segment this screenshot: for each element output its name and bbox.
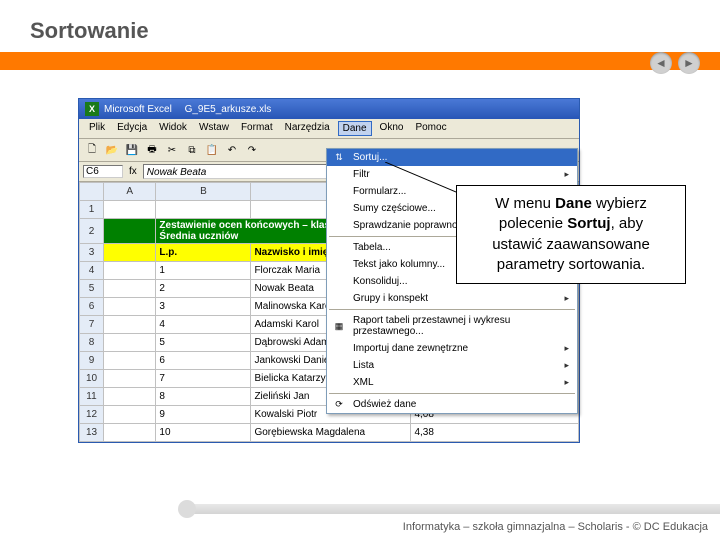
sort-icon: ⇅ (331, 151, 347, 165)
tabela-label: Tabela... (353, 242, 391, 253)
row-num[interactable]: 5 (80, 280, 104, 298)
row-num[interactable]: 4 (80, 262, 104, 280)
tekst-label: Tekst jako kolumny... (353, 259, 445, 270)
redo-icon[interactable]: ↷ (243, 141, 261, 159)
row-1[interactable]: 1 (80, 201, 104, 219)
slide-header: Sortowanie (0, 0, 720, 52)
cell-lp[interactable]: 1 (156, 262, 251, 280)
row-3[interactable]: 3 (80, 244, 104, 262)
menu-narzedzia[interactable]: Narzędzia (281, 121, 334, 136)
prev-arrow-icon[interactable]: ◄ (650, 52, 672, 74)
instruction-callout: W menu Dane wybierz polecenie Sortuj, ab… (456, 185, 686, 284)
copy-icon[interactable]: ⧉ (183, 141, 201, 159)
importuj-label: Importuj dane zewnętrzne (353, 343, 468, 354)
lista-label: Lista (353, 360, 374, 371)
cell-lp[interactable]: 9 (156, 406, 251, 424)
menu-format[interactable]: Format (237, 121, 277, 136)
page-title: Sortowanie (30, 18, 720, 44)
cut-icon[interactable]: ✂ (163, 141, 181, 159)
row-num[interactable]: 9 (80, 352, 104, 370)
odswiez-label: Odśwież dane (353, 399, 416, 410)
menu-item-raport[interactable]: ▦ Raport tabeli przestawnej i wykresu prz… (327, 312, 577, 340)
cell-name[interactable]: Gorębiewska Magdalena (251, 424, 411, 442)
cell-avg[interactable]: 4,38 (411, 424, 579, 442)
open-icon[interactable]: 📂 (103, 141, 121, 159)
cell-lp[interactable]: 6 (156, 352, 251, 370)
menu-plik[interactable]: Plik (85, 121, 109, 136)
sheet-title-2: Średnia uczniów (159, 231, 238, 242)
sheet-title-1: Zestawienie ocen końcowych – klasa 1 (159, 220, 344, 231)
nav-arrows: ◄ ► (650, 52, 700, 74)
print-icon[interactable]: 🖶 (143, 141, 161, 159)
file-name: G_9E5_arkusze.xls (185, 104, 272, 115)
menu-okno[interactable]: Okno (376, 121, 408, 136)
footer-dot-icon (178, 500, 196, 518)
table-row: 13 10Gorębiewska Magdalena4,38 (80, 424, 579, 442)
app-name: Microsoft Excel (104, 104, 172, 115)
row-num[interactable]: 8 (80, 334, 104, 352)
cell-lp[interactable]: 3 (156, 298, 251, 316)
undo-icon[interactable]: ↶ (223, 141, 241, 159)
row-num[interactable]: 13 (80, 424, 104, 442)
row-num[interactable]: 6 (80, 298, 104, 316)
row-num[interactable]: 11 (80, 388, 104, 406)
footer-bar (180, 504, 720, 514)
konsoliduj-label: Konsoliduj... (353, 276, 407, 287)
corner-cell[interactable] (80, 183, 104, 201)
paste-icon[interactable]: 📋 (203, 141, 221, 159)
excel-icon: X (85, 102, 99, 116)
cell-lp[interactable]: 4 (156, 316, 251, 334)
filtr-label: Filtr (353, 169, 370, 180)
row-num[interactable]: 7 (80, 316, 104, 334)
sumy-label: Sumy częściowe... (353, 203, 436, 214)
excel-menubar: Plik Edycja Widok Wstaw Format Narzędzia… (79, 119, 579, 139)
cell-lp[interactable]: 7 (156, 370, 251, 388)
menu-pomoc[interactable]: Pomoc (411, 121, 450, 136)
cell-lp[interactable]: 8 (156, 388, 251, 406)
save-icon[interactable]: 💾 (123, 141, 141, 159)
next-arrow-icon[interactable]: ► (678, 52, 700, 74)
row-2[interactable]: 2 (80, 219, 104, 244)
menu-item-grupy[interactable]: Grupy i konspekt (327, 290, 577, 307)
raport-label: Raport tabeli przestawnej i wykresu prze… (353, 315, 569, 337)
separator (329, 393, 575, 394)
cell-lp[interactable]: 5 (156, 334, 251, 352)
menu-item-importuj[interactable]: Importuj dane zewnętrzne (327, 340, 577, 357)
menu-wstaw[interactable]: Wstaw (195, 121, 233, 136)
new-icon[interactable]: 🗋 (83, 141, 101, 159)
grupy-label: Grupy i konspekt (353, 293, 428, 304)
col-a[interactable]: A (104, 183, 156, 201)
sortuj-label: Sortuj... (353, 152, 387, 163)
cell-lp[interactable]: 2 (156, 280, 251, 298)
footer-text: Informatyka – szkoła gimnazjalna – Schol… (403, 521, 708, 533)
separator (329, 309, 575, 310)
refresh-icon: ⟳ (331, 398, 347, 412)
orange-divider (0, 52, 720, 70)
menu-widok[interactable]: Widok (155, 121, 191, 136)
menu-edycja[interactable]: Edycja (113, 121, 151, 136)
xml-label: XML (353, 377, 374, 388)
menu-item-lista[interactable]: Lista (327, 357, 577, 374)
excel-titlebar: X Microsoft Excel G_9E5_arkusze.xls (79, 99, 579, 119)
row-num[interactable]: 10 (80, 370, 104, 388)
col-b[interactable]: B (156, 183, 251, 201)
cell-lp[interactable]: 10 (156, 424, 251, 442)
cell-ref-input[interactable] (83, 165, 123, 178)
pivot-icon: ▦ (331, 319, 347, 333)
menu-dane[interactable]: Dane (338, 121, 372, 136)
menu-item-xml[interactable]: XML (327, 374, 577, 391)
row-num[interactable]: 12 (80, 406, 104, 424)
hdr-lp: L.p. (156, 244, 251, 262)
menu-item-odswiez[interactable]: ⟳ Odśwież dane (327, 396, 577, 413)
fx-icon[interactable]: fx (129, 166, 137, 177)
slide-footer: Informatyka – szkoła gimnazjalna – Schol… (0, 514, 720, 540)
